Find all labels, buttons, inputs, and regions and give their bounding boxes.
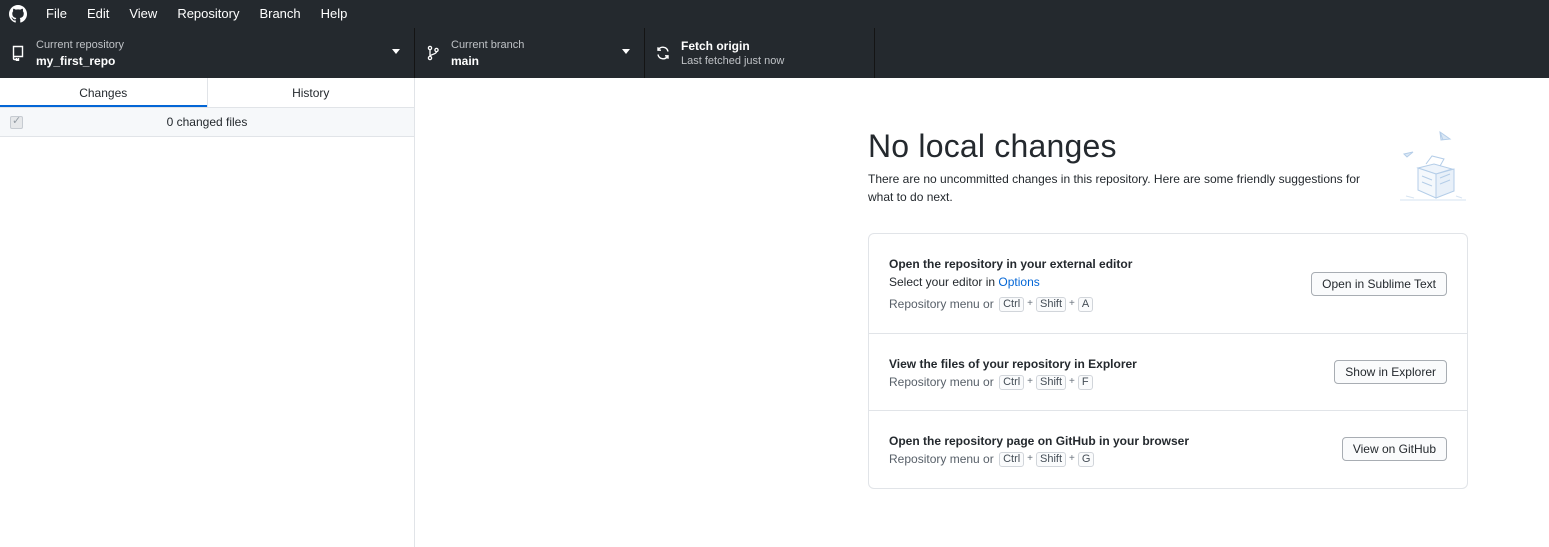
sidebar-tabs: Changes History xyxy=(0,78,414,108)
shortcut-prefix: Repository menu or xyxy=(889,452,994,466)
view-on-github-button[interactable]: View on GitHub xyxy=(1341,437,1447,461)
fetch-origin-label: Fetch origin xyxy=(681,38,750,53)
suggestion-show-explorer: View the files of your repository in Exp… xyxy=(869,334,1467,411)
fetch-origin-button[interactable]: Fetch origin Last fetched just now xyxy=(645,28,875,78)
suggestion-open-editor: Open the repository in your external edi… xyxy=(869,234,1467,334)
shortcut-prefix: Repository menu or xyxy=(889,297,994,311)
page-subtitle: There are no uncommitted changes in this… xyxy=(868,172,1361,204)
suggestion-view-github: Open the repository page on GitHub in yo… xyxy=(869,411,1467,488)
menu-branch[interactable]: Branch xyxy=(249,0,310,28)
menu-repository[interactable]: Repository xyxy=(167,0,249,28)
github-logo-icon xyxy=(0,0,36,28)
suggestion-description-text: Select your editor in xyxy=(889,275,999,289)
options-link[interactable]: Options xyxy=(998,275,1039,289)
key-letter: A xyxy=(1077,296,1094,312)
menu-view[interactable]: View xyxy=(119,0,167,28)
last-fetched-status: Last fetched just now xyxy=(681,54,785,67)
key-shift: Shift xyxy=(1036,374,1067,390)
repo-icon xyxy=(0,45,36,61)
select-all-checkbox[interactable] xyxy=(10,114,23,129)
suggestion-title: Open the repository in your external edi… xyxy=(889,257,1133,271)
current-repository-name: my_first_repo xyxy=(36,53,116,68)
shortcut-prefix: Repository menu or xyxy=(889,375,994,389)
branch-icon xyxy=(415,45,451,61)
suggestions-list: Open the repository in your external edi… xyxy=(868,233,1468,489)
tab-changes[interactable]: Changes xyxy=(0,78,207,107)
changes-list-header: 0 changed files xyxy=(0,108,414,137)
key-shift: Shift xyxy=(1036,296,1067,312)
current-branch-label: Current branch xyxy=(451,38,525,51)
empty-state-illustration-icon xyxy=(1396,126,1470,204)
key-ctrl: Ctrl xyxy=(999,374,1025,390)
menu-bar: File Edit View Repository Branch Help xyxy=(36,0,357,28)
title-bar: File Edit View Repository Branch Help xyxy=(0,0,1549,28)
key-ctrl: Ctrl xyxy=(999,296,1025,312)
current-repository-label: Current repository xyxy=(36,38,125,51)
key-letter: F xyxy=(1077,374,1093,390)
menu-help[interactable]: Help xyxy=(311,0,358,28)
menu-file[interactable]: File xyxy=(36,0,77,28)
sync-icon xyxy=(645,45,681,61)
menu-edit[interactable]: Edit xyxy=(77,0,119,28)
current-branch-name: main xyxy=(451,53,480,68)
changed-files-count: 0 changed files xyxy=(166,115,248,129)
show-in-explorer-button[interactable]: Show in Explorer xyxy=(1334,360,1447,384)
key-shift: Shift xyxy=(1036,451,1067,467)
main-panel: No local changes There are no uncommitte… xyxy=(416,78,1549,547)
open-in-editor-button[interactable]: Open in Sublime Text xyxy=(1311,272,1447,296)
sidebar: Changes History 0 changed files xyxy=(0,78,415,547)
caret-down-icon xyxy=(622,49,630,54)
page-title: No local changes xyxy=(868,128,1117,164)
caret-down-icon xyxy=(392,49,400,54)
tab-history[interactable]: History xyxy=(206,78,415,107)
key-ctrl: Ctrl xyxy=(999,451,1025,467)
current-repository-dropdown[interactable]: Current repository my_first_repo xyxy=(0,28,415,78)
no-changes-header: No local changes There are no uncommitte… xyxy=(868,126,1468,206)
keyboard-shortcut: Repository menu or Ctrl + Shift + A xyxy=(889,295,1447,313)
current-branch-dropdown[interactable]: Current branch main xyxy=(415,28,645,78)
key-letter: G xyxy=(1077,451,1095,467)
toolbar: Current repository my_first_repo Current… xyxy=(0,28,1549,78)
